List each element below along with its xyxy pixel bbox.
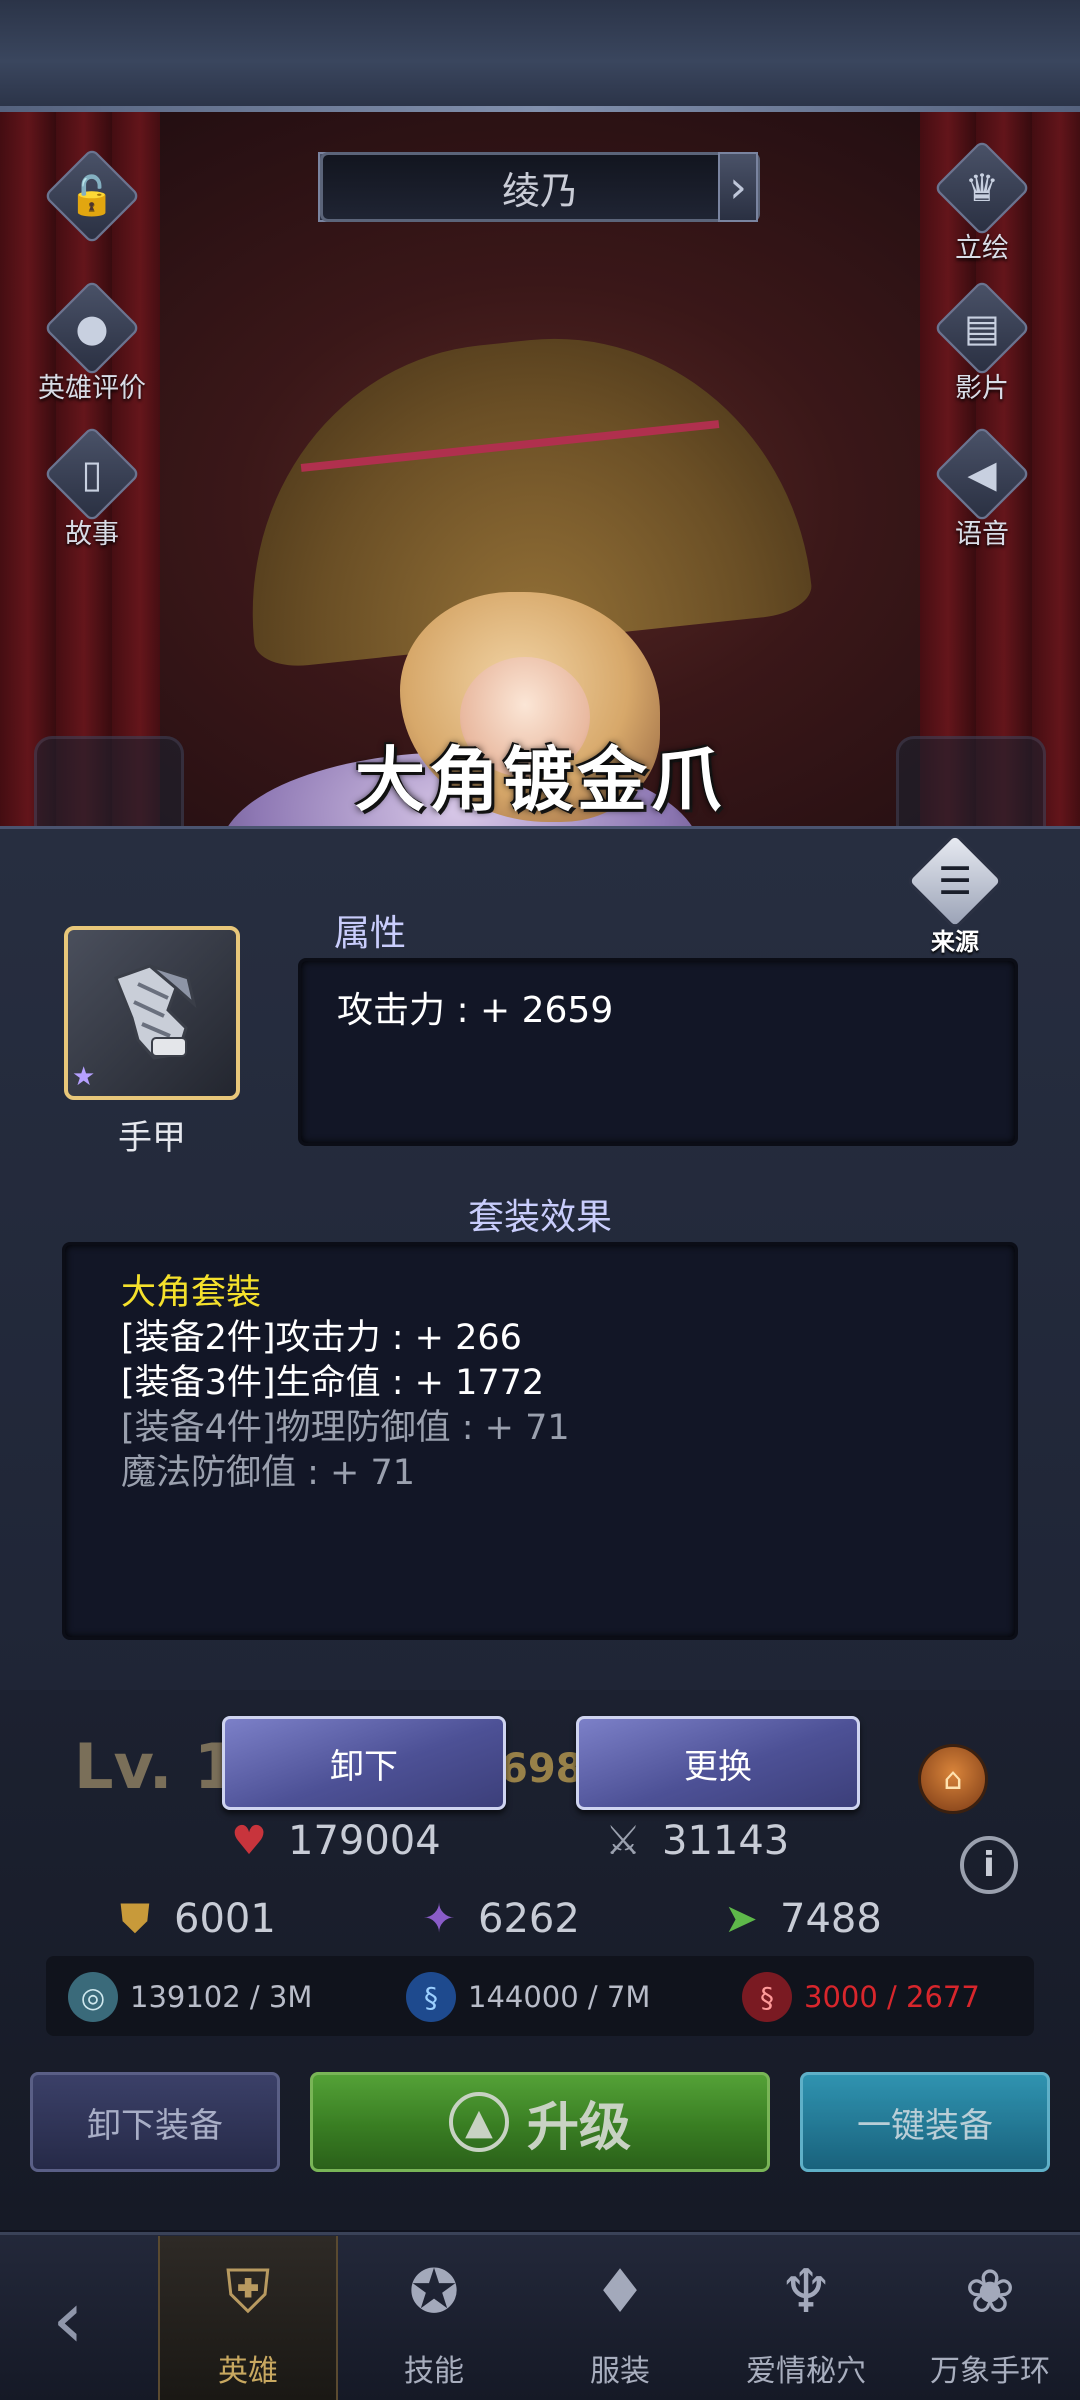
nav-tab-love-points-label: 爱情秘穴: [746, 2354, 866, 2389]
set-bonus-4: [装备4件]物理防御值 : + 71: [121, 1408, 570, 1448]
set-name: 大角套裝: [121, 1273, 262, 1313]
gauntlet-icon: [114, 964, 197, 1060]
hero-review-button[interactable]: ● 英雄评价: [22, 279, 162, 405]
list-icon: ☰: [937, 859, 973, 903]
nav-tab-love-points[interactable]: ♆ 爱情秘穴: [716, 2236, 896, 2400]
back-button[interactable]: ‹: [28, 2264, 108, 2374]
stat-attack-value: 31143: [662, 1818, 790, 1864]
unequip-button[interactable]: 卸下: [222, 1716, 506, 1810]
resource-red-spirit-value: 3000 / 2677: [804, 1980, 980, 2014]
attributes-title: 属性: [334, 913, 407, 954]
heart-icon: ♥: [231, 1818, 267, 1864]
helmet-icon: ⛨: [225, 2257, 271, 2327]
film-button[interactable]: ▤ 影片: [912, 279, 1052, 405]
stat-hp-value: 179004: [288, 1818, 441, 1864]
next-hero-button[interactable]: ›: [718, 152, 758, 222]
resource-coin-value: 139102 / 3M: [130, 1980, 313, 2014]
nav-tab-hero[interactable]: ⛨ 英雄: [158, 2236, 338, 2400]
equipment-slot-label: 手甲: [118, 1118, 186, 1158]
blue-spirit-icon: §: [406, 1972, 456, 2022]
voice-button[interactable]: ◀ 语音: [912, 425, 1052, 551]
nav-tab-bracelet-label: 万象手环: [930, 2354, 1050, 2389]
attribute-attack: 攻击力 : + 2659: [337, 990, 614, 1031]
hero-name: 绫乃: [501, 168, 578, 213]
replace-button[interactable]: 更换: [576, 1716, 860, 1810]
top-header: [0, 0, 1080, 112]
info-icon[interactable]: i: [960, 1836, 1018, 1894]
equipment-title: 大角镀金爪: [355, 739, 725, 821]
set-effect-title: 套装效果: [467, 1197, 612, 1238]
rarity-star-icon: ★: [72, 1062, 96, 1092]
nav-tab-hero-label: 英雄: [218, 2354, 278, 2389]
upgrade-arrow-icon: ▲: [448, 2092, 509, 2152]
stat-phys-def-value: 6001: [174, 1896, 276, 1942]
dress-icon: ♦: [593, 2257, 647, 2327]
set-bonus-2: [装备2件]攻击力 : + 266: [121, 1318, 522, 1358]
chat-icon: ●: [75, 306, 109, 350]
one-click-equip-button[interactable]: 一键装备: [800, 2072, 1050, 2172]
set-bonus-3: [装备3件]生命值 : + 1772: [121, 1363, 545, 1403]
shield-icon: ⛊: [120, 1896, 150, 1942]
coin-icon: ◎: [68, 1972, 118, 2022]
resource-coin: ◎ 139102 / 3M: [68, 1972, 312, 2022]
story-button[interactable]: ▯ 故事: [22, 425, 162, 551]
resource-red-spirit: § 3000 / 2677: [742, 1972, 980, 2022]
bust-icon: ♛: [964, 166, 1000, 210]
stat-magic-def: ✦ 6262: [414, 1894, 580, 1944]
resource-blue-spirit-value: 144000 / 7M: [468, 1980, 651, 2014]
lock-icon: 🔓: [68, 173, 116, 218]
red-spirit-icon: §: [742, 1972, 792, 2022]
book-icon: ▯: [81, 452, 103, 496]
stat-phys-def: ⛊ 6001: [110, 1894, 276, 1944]
stat-speed: ➤ 7488: [716, 1894, 882, 1944]
lock-button[interactable]: 🔓: [22, 147, 162, 245]
level-prefix: Lv.: [74, 1730, 173, 1803]
upgrade-button[interactable]: ▲ 升级: [310, 2072, 770, 2172]
film-icon: ▤: [964, 306, 1000, 350]
bracelet-icon: ❀: [964, 2257, 1016, 2327]
set-effect-box: 大角套裝 [装备2件]攻击力 : + 266 [装备3件]生命值 : + 177…: [62, 1242, 1018, 1640]
resource-blue-spirit: § 144000 / 7M: [406, 1972, 650, 2022]
skill-icon: ✪: [408, 2257, 460, 2327]
back-arrow-icon: ‹: [52, 2272, 84, 2366]
equipment-item-slot[interactable]: ★: [64, 926, 240, 1100]
level-extra-value: 698: [500, 1746, 584, 1792]
boot-icon: ➤: [724, 1896, 758, 1942]
nav-tab-costume-label: 服装: [590, 2354, 650, 2389]
set-effect-lines: 大角套裝 [装备2件]攻击力 : + 266 [装备3件]生命值 : + 177…: [121, 1271, 570, 1496]
hero-name-bar: 绫乃: [320, 152, 760, 222]
set-bonus-4-magic: 魔法防御值 : + 71: [121, 1453, 416, 1493]
stat-speed-value: 7488: [780, 1896, 882, 1942]
sword-icon: ⚔: [605, 1818, 641, 1864]
speaker-icon: ◀: [967, 452, 997, 496]
stat-attack: ⚔ 31143: [598, 1816, 789, 1866]
nav-tab-costume[interactable]: ♦ 服装: [530, 2236, 710, 2400]
stat-magic-def-value: 6262: [478, 1896, 580, 1942]
nav-tab-bracelet[interactable]: ❀ 万象手环: [900, 2236, 1080, 2400]
stat-hp: ♥ 179004: [224, 1816, 441, 1866]
nav-tab-skill-label: 技能: [404, 2354, 464, 2389]
magic-shield-icon: ✦: [422, 1896, 456, 1942]
chevron-right-icon: ›: [729, 161, 747, 213]
nav-tab-skill[interactable]: ✪ 技能: [344, 2236, 524, 2400]
portrait-button[interactable]: ♛ 立绘: [912, 139, 1052, 265]
attributes-box: 攻击力 : + 2659: [298, 958, 1018, 1146]
upgrade-label: 升级: [526, 2097, 631, 2158]
body-icon: ♆: [779, 2257, 833, 2327]
source-button[interactable]: ☰ 来源: [900, 831, 1010, 957]
unequip-all-button[interactable]: 卸下装备: [30, 2072, 280, 2172]
hero-class-icon[interactable]: ⌂: [918, 1744, 988, 1814]
